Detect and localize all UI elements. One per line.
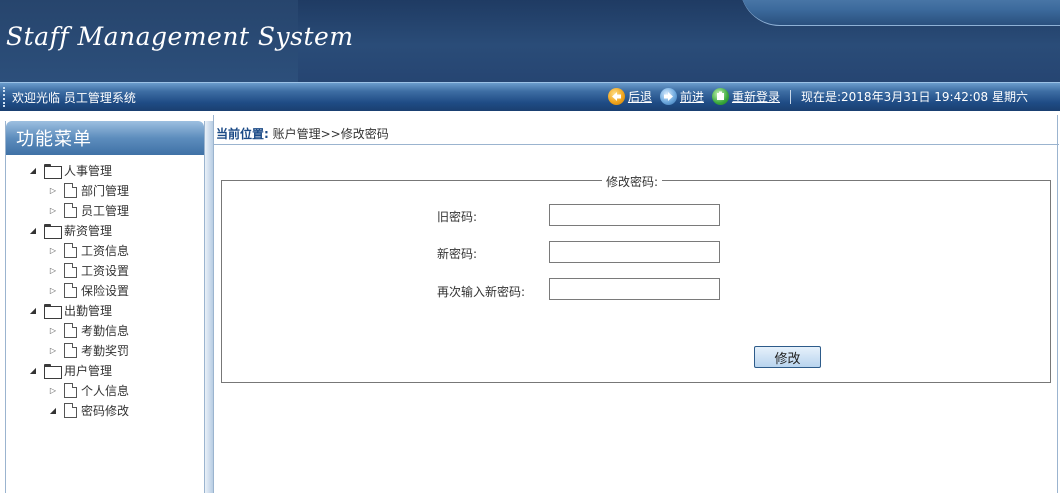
forward-arrow-icon xyxy=(659,88,677,105)
menu-item-label: 部门管理 xyxy=(81,183,130,198)
menu-item-salary-settings[interactable]: ▷ 工资设置 xyxy=(48,260,129,280)
menu-group-user[interactable]: ◢ 用户管理 xyxy=(28,360,112,380)
expanded-arrow-icon[interactable]: ◢ xyxy=(28,306,38,315)
function-menu: 功能菜单 ◢ 人事管理 ▷ 部门管理 ▷ 员工管理 ◢ 薪资管理 ▷ 工资信息 xyxy=(5,121,205,493)
back-arrow-icon xyxy=(607,88,625,105)
document-icon xyxy=(64,282,77,298)
back-button[interactable]: 后退 xyxy=(607,88,652,105)
welcome-text: 欢迎光临 员工管理系统 xyxy=(12,91,136,105)
confirm-password-input[interactable] xyxy=(549,278,720,300)
menu-group-salary[interactable]: ◢ 薪资管理 xyxy=(28,220,112,240)
menu-item-label: 考勤信息 xyxy=(81,323,130,338)
forward-label: 前进 xyxy=(679,90,704,104)
expanded-arrow-icon[interactable]: ◢ xyxy=(28,366,38,375)
document-icon xyxy=(64,382,77,398)
breadcrumb: 当前位置: 账户管理>>修改密码 xyxy=(214,121,1059,145)
folder-icon xyxy=(44,163,62,179)
change-password-fieldset: 修改密码: 旧密码: 新密码: 再次输入新密码: 修改 xyxy=(221,173,1051,383)
document-icon xyxy=(64,242,77,258)
expanded-arrow-icon[interactable]: ◢ xyxy=(48,406,58,415)
menu-group-label: 用户管理 xyxy=(64,363,113,378)
collapsed-arrow-icon[interactable]: ▷ xyxy=(48,206,58,215)
collapsed-arrow-icon[interactable]: ▷ xyxy=(48,266,58,275)
menu-title: 功能菜单 xyxy=(6,121,204,155)
new-password-input[interactable] xyxy=(549,241,720,263)
new-password-label: 新密码: xyxy=(437,247,478,261)
confirm-password-label: 再次输入新密码: xyxy=(437,285,526,299)
menu-item-insurance-settings[interactable]: ▷ 保险设置 xyxy=(48,280,129,300)
relogin-icon xyxy=(711,88,729,105)
menu-item-department[interactable]: ▷ 部门管理 xyxy=(48,180,129,200)
relogin-label: 重新登录 xyxy=(731,90,780,104)
document-icon xyxy=(64,202,77,218)
document-icon xyxy=(64,402,77,418)
menu-group-hr[interactable]: ◢ 人事管理 xyxy=(28,160,112,180)
menu-splitter[interactable] xyxy=(205,121,213,493)
document-icon xyxy=(64,322,77,338)
expanded-arrow-icon[interactable]: ◢ xyxy=(28,166,38,175)
old-password-input[interactable] xyxy=(549,204,720,226)
menu-group-label: 出勤管理 xyxy=(64,303,113,318)
breadcrumb-path: 账户管理>>修改密码 xyxy=(268,127,389,141)
breadcrumb-label: 当前位置: xyxy=(216,127,269,141)
document-icon xyxy=(64,342,77,358)
menu-item-label: 个人信息 xyxy=(81,383,130,398)
menu-item-attendance-info[interactable]: ▷ 考勤信息 xyxy=(48,320,129,340)
menu-tree: ◢ 人事管理 ▷ 部门管理 ▷ 员工管理 ◢ 薪资管理 ▷ 工资信息 ▷ 工资设… xyxy=(6,155,204,493)
menu-item-attendance-rewards[interactable]: ▷ 考勤奖罚 xyxy=(48,340,129,360)
toolbar-grip xyxy=(3,87,5,107)
collapsed-arrow-icon[interactable]: ▷ xyxy=(48,326,58,335)
menu-group-label: 薪资管理 xyxy=(64,223,113,238)
toolbar-separator xyxy=(789,89,791,104)
folder-icon xyxy=(44,363,62,379)
back-label: 后退 xyxy=(627,90,652,104)
document-icon xyxy=(64,182,77,198)
main-content: 当前位置: 账户管理>>修改密码 修改密码: 旧密码: 新密码: 再次输入新密码… xyxy=(213,115,1059,493)
old-password-label: 旧密码: xyxy=(437,210,478,224)
menu-item-personal-info[interactable]: ▷ 个人信息 xyxy=(48,380,129,400)
menu-item-salary-info[interactable]: ▷ 工资信息 xyxy=(48,240,129,260)
top-toolbar: 欢迎光临 员工管理系统 后退 前进 重新登录 现在是:2018年3月31日 19… xyxy=(0,82,1060,111)
menu-item-employee[interactable]: ▷ 员工管理 xyxy=(48,200,129,220)
collapsed-arrow-icon[interactable]: ▷ xyxy=(48,386,58,395)
forward-button[interactable]: 前进 xyxy=(659,88,704,105)
header-decoration xyxy=(740,0,1060,26)
document-icon xyxy=(64,262,77,278)
submit-button[interactable]: 修改 xyxy=(754,346,821,368)
collapsed-arrow-icon[interactable]: ▷ xyxy=(48,186,58,195)
menu-item-change-password[interactable]: ◢ 密码修改 xyxy=(48,400,129,420)
menu-group-attendance[interactable]: ◢ 出勤管理 xyxy=(28,300,112,320)
current-datetime: 现在是:2018年3月31日 19:42:08 星期六 xyxy=(800,90,1028,104)
toolbar-nav: 后退 前进 重新登录 现在是:2018年3月31日 19:42:08 星期六 xyxy=(607,88,1028,105)
menu-item-label: 考勤奖罚 xyxy=(81,343,130,358)
menu-item-label: 密码修改 xyxy=(81,403,130,418)
app-header: Staff Management System xyxy=(0,0,1060,82)
fieldset-legend: 修改密码: xyxy=(602,173,663,190)
expanded-arrow-icon[interactable]: ◢ xyxy=(28,226,38,235)
folder-icon xyxy=(44,223,62,239)
folder-icon xyxy=(44,303,62,319)
collapsed-arrow-icon[interactable]: ▷ xyxy=(48,286,58,295)
menu-item-label: 工资信息 xyxy=(81,243,130,258)
menu-group-label: 人事管理 xyxy=(64,163,113,178)
relogin-button[interactable]: 重新登录 xyxy=(711,88,780,105)
menu-item-label: 员工管理 xyxy=(81,203,130,218)
collapsed-arrow-icon[interactable]: ▷ xyxy=(48,246,58,255)
app-title: Staff Management System xyxy=(6,22,354,51)
collapsed-arrow-icon[interactable]: ▷ xyxy=(48,346,58,355)
menu-item-label: 工资设置 xyxy=(81,263,130,278)
menu-item-label: 保险设置 xyxy=(81,283,130,298)
